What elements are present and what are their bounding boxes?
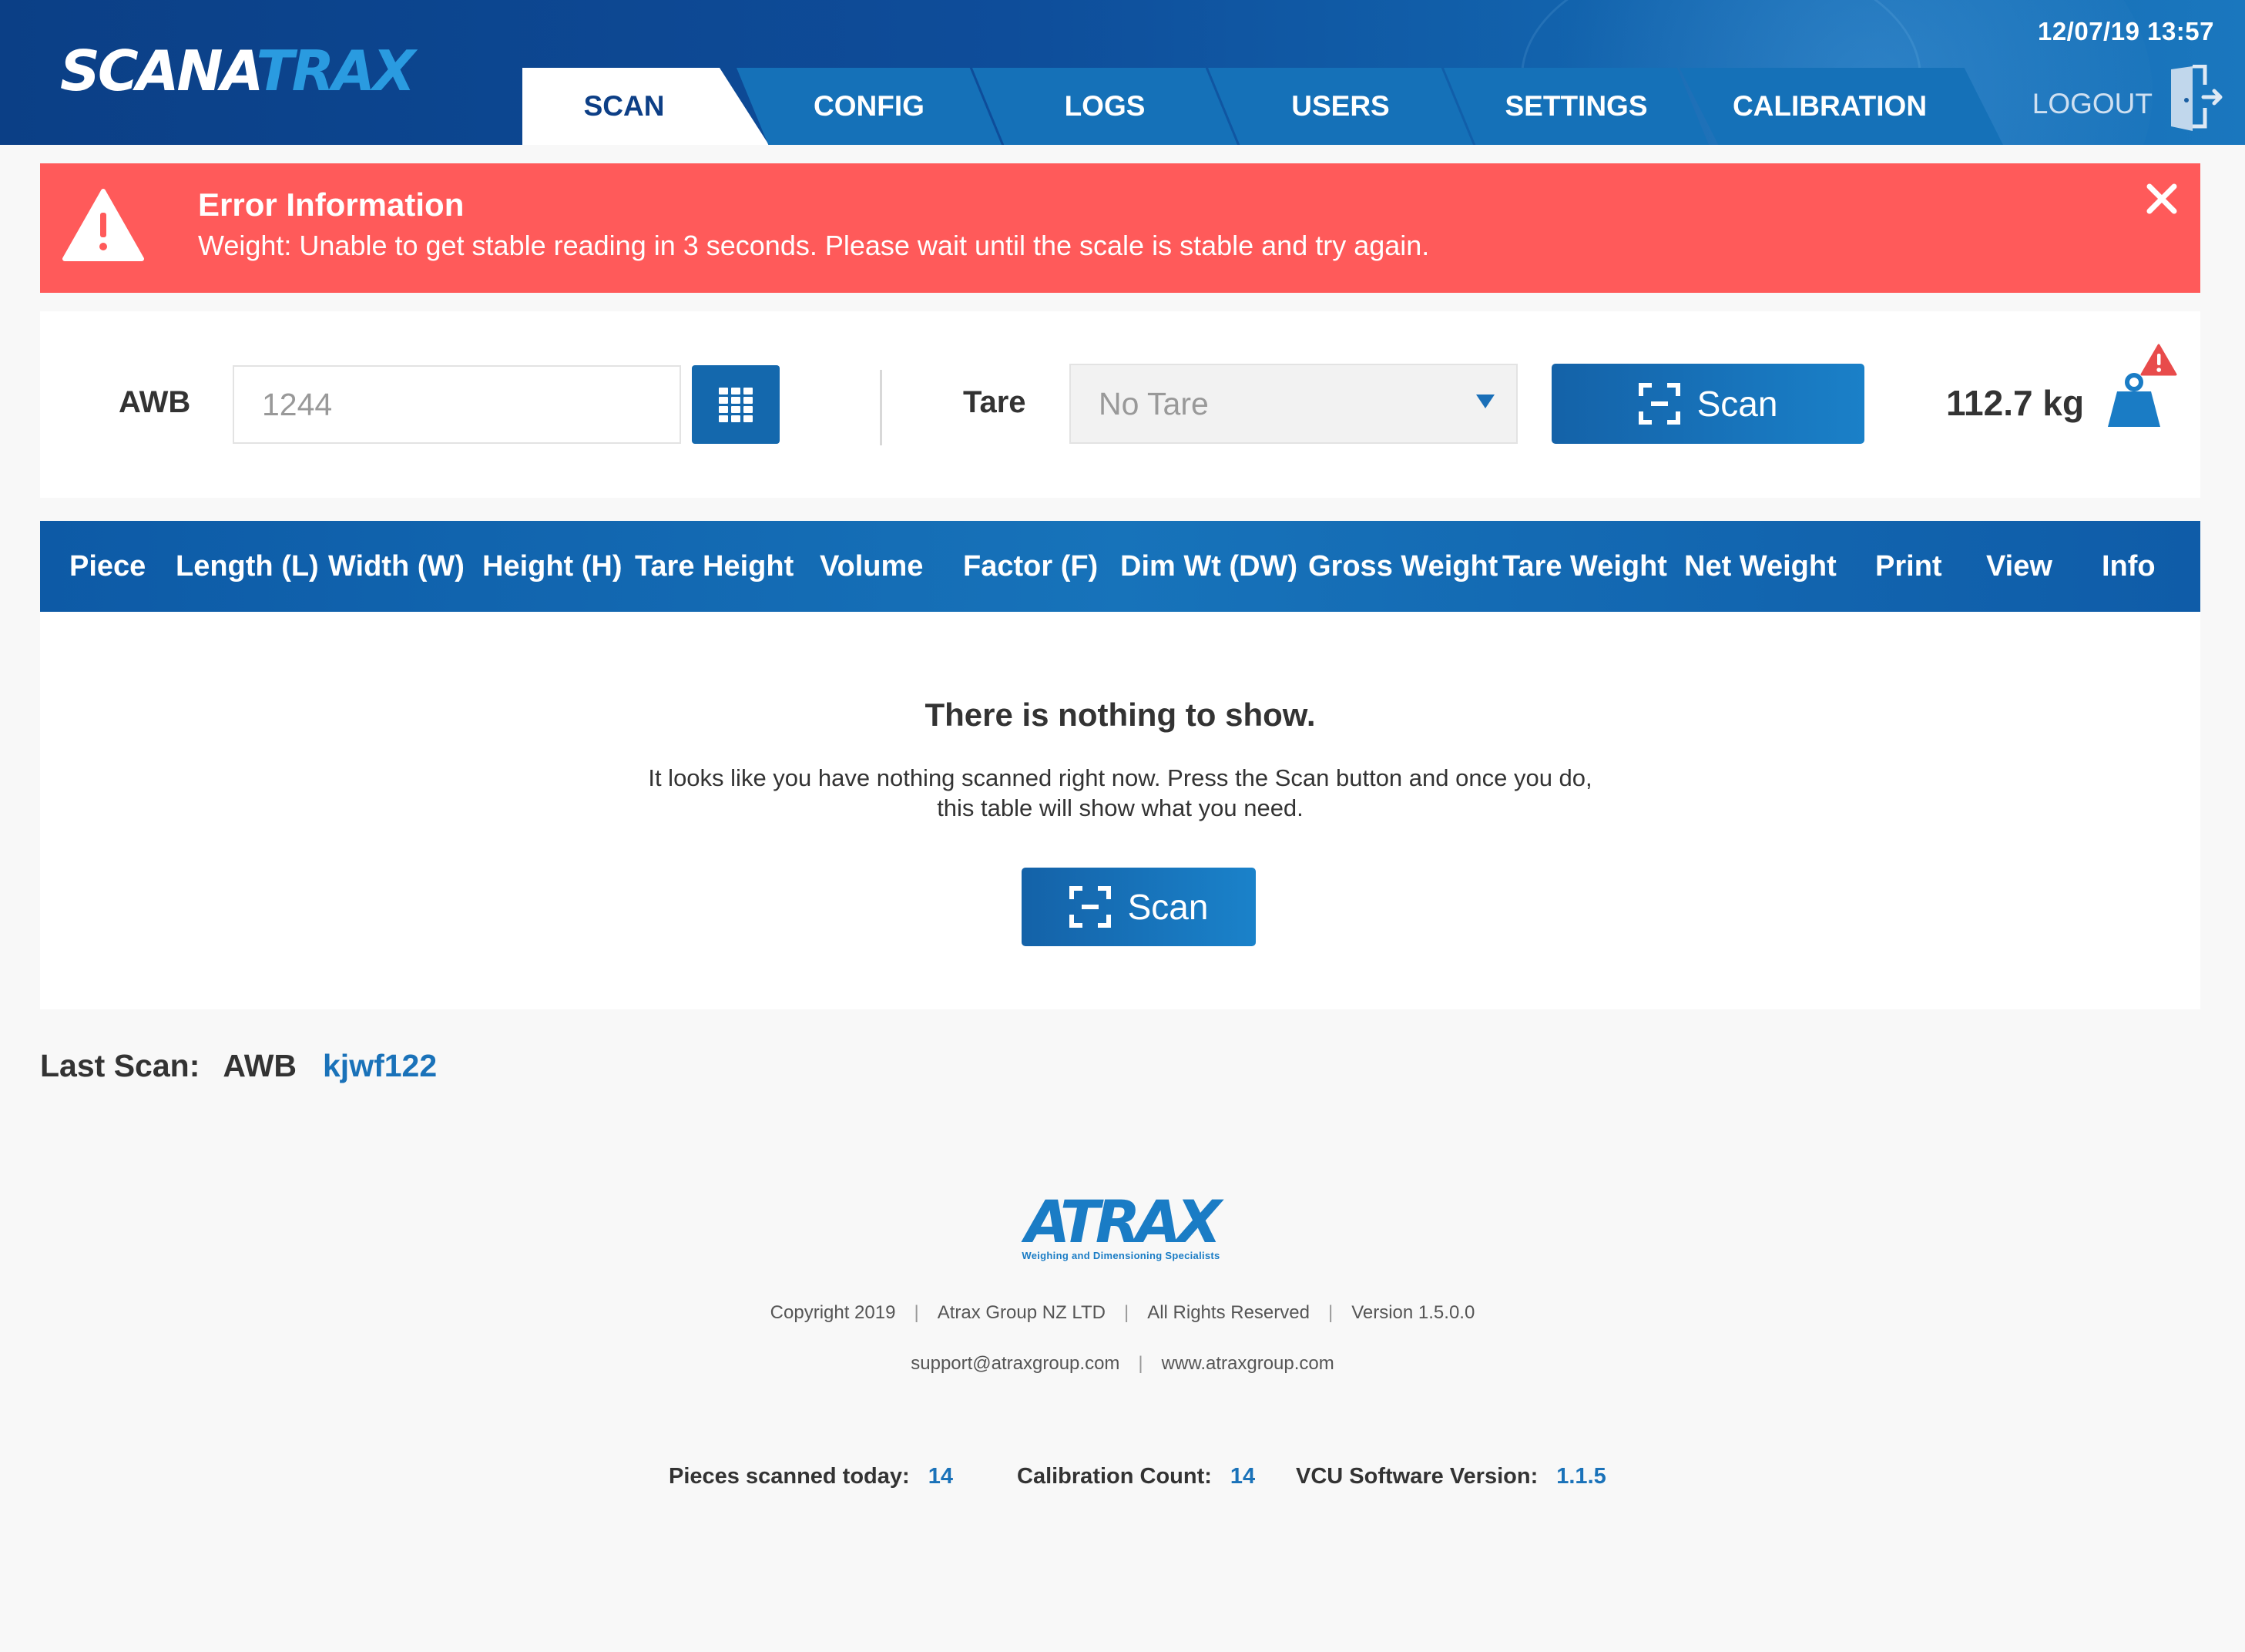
results-table-body: There is nothing to show. It looks like … <box>40 612 2200 1009</box>
current-datetime: 12/07/19 13:57 <box>2037 17 2214 45</box>
footer-separator: | <box>1123 1302 1129 1323</box>
col-gross-weight: Gross Weight <box>1308 549 1498 583</box>
footer-separator: | <box>1138 1353 1143 1374</box>
tab-scan-label: SCAN <box>583 90 665 122</box>
tab-logs-label: LOGS <box>1064 90 1146 122</box>
stat-calibration-label: Calibration Count: <box>1017 1464 1212 1489</box>
tab-users[interactable]: USERS <box>1208 68 1473 145</box>
last-scan-label: Last Scan: <box>40 1048 200 1083</box>
warning-triangle-icon <box>62 189 144 261</box>
support-email-link[interactable]: support@atraxgroup.com <box>911 1353 1119 1374</box>
company-logo: ATRAX Weighing and Dimensioning Speciali… <box>1017 1193 1225 1264</box>
empty-state-line1: It looks like you have nothing scanned r… <box>648 764 1592 791</box>
empty-state-message: It looks like you have nothing scanned r… <box>40 763 2200 823</box>
stat-vcu-value: 1.1.5 <box>1556 1464 1606 1489</box>
empty-state-title: There is nothing to show. <box>925 697 1316 733</box>
tab-settings-label: SETTINGS <box>1505 90 1648 122</box>
logo-part2: TRAX <box>256 39 416 103</box>
app-logo: SCANATRAX <box>60 39 416 103</box>
col-view: View <box>1986 549 2052 583</box>
empty-state-scan-button[interactable]: Scan <box>1022 868 1256 946</box>
tab-settings[interactable]: SETTINGS <box>1444 68 1709 145</box>
footer-version: Version 1.5.0.0 <box>1351 1302 1475 1323</box>
last-scan: Last Scan: AWB kjwf122 <box>40 1048 437 1084</box>
scan-frame-icon <box>1069 886 1111 928</box>
col-volume: Volume <box>820 549 924 583</box>
stat-pieces-scanned: Pieces scanned today: 14 <box>669 1464 953 1489</box>
col-info: Info <box>2102 549 2156 583</box>
empty-state-line2: this table will show what you need. <box>937 794 1304 821</box>
tab-calibration[interactable]: CALIBRATION <box>1680 68 2003 145</box>
footer-rights: All Rights Reserved <box>1147 1302 1310 1323</box>
keypad-grid-icon <box>719 388 753 422</box>
scan-button-label: Scan <box>1696 384 1778 424</box>
results-table-header: Piece Length (L) Width (W) Height (H) Ta… <box>40 521 2200 612</box>
tab-logs[interactable]: LOGS <box>972 68 1237 145</box>
logout-button[interactable]: LOGOUT <box>2032 88 2153 120</box>
tab-config[interactable]: CONFIG <box>737 68 1002 145</box>
company-tagline: Weighing and Dimensioning Specialists <box>1022 1250 1220 1261</box>
keypad-button[interactable] <box>692 365 780 444</box>
tab-users-label: USERS <box>1291 90 1390 122</box>
tab-config-label: CONFIG <box>814 90 925 122</box>
stat-vcu-label: VCU Software Version: <box>1296 1464 1539 1489</box>
empty-state-scan-label: Scan <box>1127 887 1209 927</box>
footer-copyright: Copyright 2019 <box>770 1302 896 1323</box>
company-logo-word: ATRAX <box>1025 1187 1221 1256</box>
weight-alert-icon <box>2108 344 2177 427</box>
tare-select[interactable]: No Tare <box>1069 364 1518 444</box>
footer-company: Atrax Group NZ LTD <box>937 1302 1106 1323</box>
error-banner: Error Information Weight: Unable to get … <box>40 163 2200 293</box>
awb-input[interactable] <box>233 365 681 444</box>
last-scan-value[interactable]: kjwf122 <box>323 1048 437 1083</box>
col-tare-height: Tare Height <box>635 549 794 583</box>
logout-door-icon[interactable] <box>2169 65 2225 133</box>
stat-vcu-version: VCU Software Version: 1.1.5 <box>1296 1464 1606 1489</box>
dropdown-arrow-icon <box>1476 395 1495 408</box>
logo-part1: SCANA <box>60 39 259 103</box>
stat-pieces-label: Pieces scanned today: <box>669 1464 910 1489</box>
col-net-weight: Net Weight <box>1684 549 1837 583</box>
weight-reading: 112.7 kg <box>1946 383 2085 423</box>
col-factor: Factor (F) <box>963 549 1099 583</box>
col-tare-weight: Tare Weight <box>1502 549 1667 583</box>
website-link[interactable]: www.atraxgroup.com <box>1162 1353 1334 1374</box>
col-piece: Piece <box>69 549 146 583</box>
footer-legal: Copyright 2019 | Atrax Group NZ LTD | All Ri… <box>0 1302 2245 1324</box>
scan-form-card: AWB Tare No Tare Scan 112.7 kg <box>40 311 2200 498</box>
col-height: Height (H) <box>482 549 622 583</box>
stat-calibration-value: 14 <box>1230 1464 1256 1489</box>
last-scan-type: AWB <box>223 1048 297 1083</box>
close-icon[interactable] <box>2140 177 2183 220</box>
col-width: Width (W) <box>328 549 465 583</box>
form-divider <box>880 370 882 445</box>
main-nav-tabs: SCAN CONFIG LOGS USERS SETTINGS CALIBRAT… <box>522 68 2003 145</box>
tab-scan[interactable]: SCAN <box>522 68 769 145</box>
stat-calibration-count: Calibration Count: 14 <box>1017 1464 1255 1489</box>
tab-calibration-label: CALIBRATION <box>1732 90 1928 122</box>
stat-pieces-value: 14 <box>928 1464 953 1489</box>
tare-selected-value: No Tare <box>1099 385 1209 421</box>
error-title: Error Information <box>198 186 465 223</box>
col-length: Length (L) <box>176 549 319 583</box>
app-header: SCANATRAX 12/07/19 13:57 SCAN CONFIG LOG… <box>0 0 2245 145</box>
awb-label: AWB <box>119 385 191 419</box>
error-message: Weight: Unable to get stable reading in … <box>198 230 1430 261</box>
col-print: Print <box>1875 549 1942 583</box>
footer-separator: | <box>1327 1302 1334 1323</box>
scan-button[interactable]: Scan <box>1552 364 1864 444</box>
col-dim-wt: Dim Wt (DW) <box>1120 549 1298 583</box>
footer-separator: | <box>914 1302 919 1323</box>
scan-frame-icon <box>1638 383 1680 425</box>
tare-label: Tare <box>963 385 1026 419</box>
footer-contact: support@atraxgroup.com | www.atraxgroup.co… <box>0 1353 2245 1375</box>
